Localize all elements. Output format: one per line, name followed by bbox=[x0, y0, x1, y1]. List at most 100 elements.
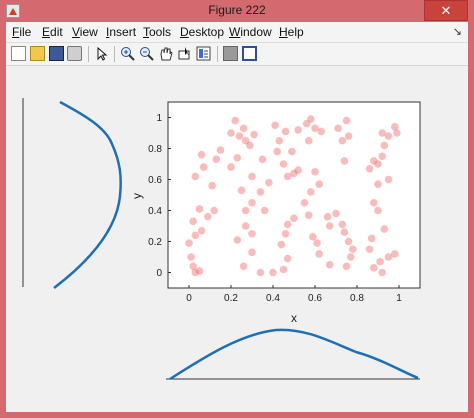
scatter-point bbox=[256, 268, 265, 277]
scatter-point bbox=[391, 250, 399, 258]
scatter-point bbox=[370, 264, 378, 272]
scatter-point bbox=[307, 188, 315, 196]
figure-plot-area: 0 0.2 0.4 0.6 0.8 1 0 0.2 0.4 0.6 0.8 1 x y bbox=[22, 98, 421, 381]
scatter-point bbox=[227, 129, 235, 137]
close-button[interactable]: ✕ bbox=[424, 0, 468, 21]
new-figure-icon[interactable] bbox=[11, 46, 26, 61]
scatter-point bbox=[294, 126, 303, 134]
scatter-point bbox=[271, 121, 279, 130]
scatter-point bbox=[227, 163, 235, 171]
figure-toolbar bbox=[6, 43, 468, 66]
scatter-point bbox=[216, 146, 225, 154]
y-tick-label: 1 bbox=[156, 113, 162, 124]
scatter-point bbox=[279, 160, 288, 168]
scatter-point bbox=[210, 206, 218, 215]
scatter-point bbox=[279, 265, 288, 274]
pan-icon[interactable] bbox=[158, 46, 173, 61]
scatter-point bbox=[237, 186, 246, 195]
scatter-point bbox=[365, 164, 374, 173]
scatter-point bbox=[380, 225, 389, 233]
scatter-point bbox=[248, 248, 256, 257]
menu-help[interactable]: Help bbox=[279, 25, 304, 39]
scatter-point bbox=[374, 180, 382, 188]
scatter-point bbox=[325, 260, 334, 269]
save-icon[interactable] bbox=[49, 46, 64, 61]
menu-file[interactable]: File bbox=[12, 25, 31, 39]
scatter-point bbox=[283, 220, 292, 229]
y-tick-label: 0.6 bbox=[148, 175, 162, 186]
scatter-point bbox=[195, 267, 204, 275]
scatter-point bbox=[199, 163, 208, 171]
menu-view[interactable]: View bbox=[72, 25, 98, 39]
scatter-point bbox=[246, 141, 254, 150]
scatter-point bbox=[191, 231, 200, 240]
figure-window: Figure 222 ✕ File Edit View Insert Tools… bbox=[0, 0, 474, 418]
scatter-point bbox=[248, 229, 256, 238]
open-file-icon[interactable] bbox=[30, 46, 45, 61]
scatter-point bbox=[195, 205, 204, 213]
dock-figure-icon[interactable]: ↘ bbox=[453, 25, 462, 38]
scatter-point bbox=[344, 237, 353, 246]
menu-desktop[interactable]: Desktop bbox=[180, 25, 224, 39]
scatter-point bbox=[231, 116, 239, 125]
x-density-curve bbox=[169, 328, 419, 381]
scatter-point bbox=[376, 257, 384, 266]
figure-canvas: 0 0.2 0.4 0.6 0.8 1 0 0.2 0.4 0.6 0.8 1 x y bbox=[6, 66, 468, 412]
scatter-point bbox=[275, 136, 284, 145]
scatter-point bbox=[233, 236, 242, 244]
x-tick-label: 1 bbox=[396, 293, 402, 304]
scatter-point bbox=[365, 245, 374, 254]
scatter-point bbox=[374, 206, 382, 215]
x-tick-label: 0.2 bbox=[224, 293, 238, 304]
print-icon[interactable] bbox=[67, 46, 82, 61]
scatter-point bbox=[325, 222, 334, 230]
insert-colorbar-icon[interactable] bbox=[196, 46, 211, 61]
hide-plot-tools-icon[interactable] bbox=[223, 46, 238, 61]
scatter-point bbox=[311, 167, 319, 176]
scatter-point bbox=[380, 141, 389, 150]
y-axis-label: y bbox=[130, 193, 144, 199]
scatter-point bbox=[250, 130, 258, 139]
zoom-out-icon[interactable] bbox=[139, 46, 154, 61]
scatter-point bbox=[191, 172, 200, 181]
scatter-point bbox=[294, 166, 303, 174]
scatter-point bbox=[346, 253, 355, 261]
y-tick-label: 0.2 bbox=[148, 237, 162, 248]
scatter-point bbox=[281, 127, 290, 136]
y-tick-label: 0 bbox=[156, 268, 162, 279]
scatter-point bbox=[374, 160, 382, 168]
scatter-point bbox=[334, 124, 342, 133]
scatter-point bbox=[187, 253, 195, 261]
scatter-point bbox=[300, 198, 309, 207]
menu-tools[interactable]: Tools bbox=[143, 25, 171, 39]
scatter-point bbox=[241, 206, 250, 215]
scatter-point bbox=[258, 155, 267, 164]
scatter-point bbox=[233, 154, 242, 162]
scatter-point bbox=[315, 250, 324, 258]
y-tick-label: 0.4 bbox=[148, 206, 162, 217]
scatter-point bbox=[248, 198, 256, 207]
title-bar[interactable]: Figure 222 ✕ bbox=[0, 0, 474, 22]
scatter-point bbox=[288, 147, 296, 156]
pointer-icon[interactable] bbox=[94, 46, 109, 61]
menu-insert[interactable]: Insert bbox=[106, 25, 136, 39]
x-tick-label: 0.4 bbox=[266, 293, 280, 304]
scatter-point bbox=[332, 209, 340, 218]
toolbar-separator bbox=[114, 46, 115, 62]
scatter-point bbox=[185, 239, 193, 247]
scatter-point bbox=[370, 198, 378, 207]
window-title: Figure 222 bbox=[208, 3, 266, 17]
scatter-point bbox=[283, 254, 292, 263]
toolbar-separator bbox=[217, 46, 218, 62]
x-axis-label: x bbox=[291, 311, 297, 325]
scatter-point bbox=[344, 132, 353, 140]
menu-window[interactable]: Window bbox=[229, 25, 272, 39]
show-plot-tools-icon[interactable] bbox=[242, 46, 257, 61]
zoom-in-icon[interactable] bbox=[120, 46, 135, 61]
scatter-point bbox=[260, 206, 269, 215]
data-cursor-icon[interactable] bbox=[177, 46, 192, 61]
scatter-point bbox=[338, 220, 347, 229]
x-tick-label: 0 bbox=[186, 293, 192, 304]
menu-edit[interactable]: Edit bbox=[42, 25, 63, 39]
scatter-point bbox=[340, 228, 349, 236]
